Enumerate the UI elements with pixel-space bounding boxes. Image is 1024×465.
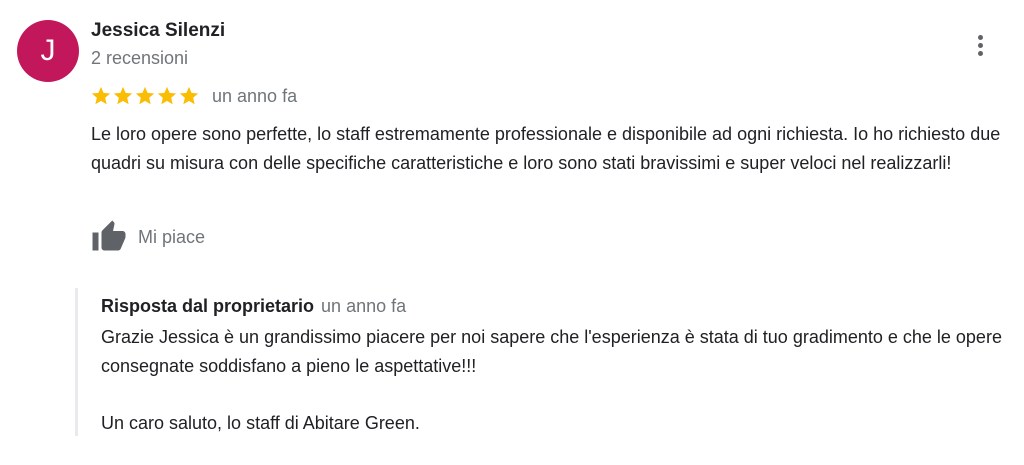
avatar[interactable]: J	[17, 20, 79, 82]
more-options-button[interactable]	[966, 30, 994, 60]
thumb-up-icon	[92, 220, 126, 251]
owner-response-text: Grazie Jessica è un grandissimo piacere …	[101, 327, 1002, 376]
review-count[interactable]: 2 recensioni	[91, 48, 188, 69]
avatar-letter: J	[40, 34, 56, 67]
star-icon	[157, 86, 177, 105]
more-vert-icon-dot	[977, 50, 983, 56]
like-button[interactable]: Mi piace	[90, 219, 205, 255]
author-name[interactable]: Jessica Silenzi	[91, 20, 225, 42]
review-card: J Jessica Silenzi 2 recensioni un anno f…	[0, 0, 1024, 465]
star-icon	[179, 86, 199, 105]
review-date: un anno fa	[212, 85, 298, 106]
star-icon	[113, 86, 133, 105]
star-rating	[90, 85, 200, 107]
owner-response-header: Risposta dal proprietario un anno fa	[101, 296, 406, 317]
owner-response-signoff: Un caro saluto, lo staff di Abitare Gree…	[101, 413, 420, 433]
more-vert-icon	[977, 34, 983, 40]
like-label: Mi piace	[138, 226, 206, 247]
owner-response-title: Risposta dal proprietario	[101, 296, 315, 316]
star-icon	[135, 86, 155, 105]
rating-row: un anno fa	[90, 82, 297, 110]
owner-response-date: un anno fa	[321, 296, 407, 316]
review-text: Le loro opere sono perfette, lo staff es…	[91, 124, 1001, 173]
owner-response: Risposta dal proprietario un anno fa Gra…	[75, 288, 1013, 436]
star-icon	[91, 86, 111, 105]
more-vert-icon-dot	[977, 42, 983, 48]
